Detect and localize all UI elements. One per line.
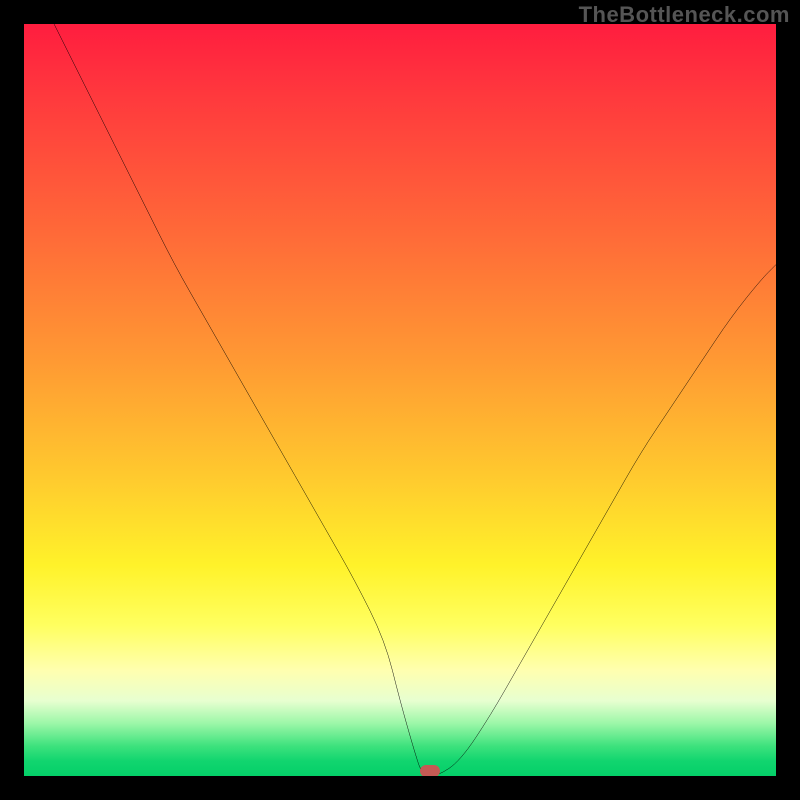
bottleneck-curve <box>24 24 776 776</box>
optimal-marker <box>420 765 440 776</box>
plot-area <box>24 24 776 776</box>
chart-frame: TheBottleneck.com <box>0 0 800 800</box>
attribution-label: TheBottleneck.com <box>579 2 790 28</box>
